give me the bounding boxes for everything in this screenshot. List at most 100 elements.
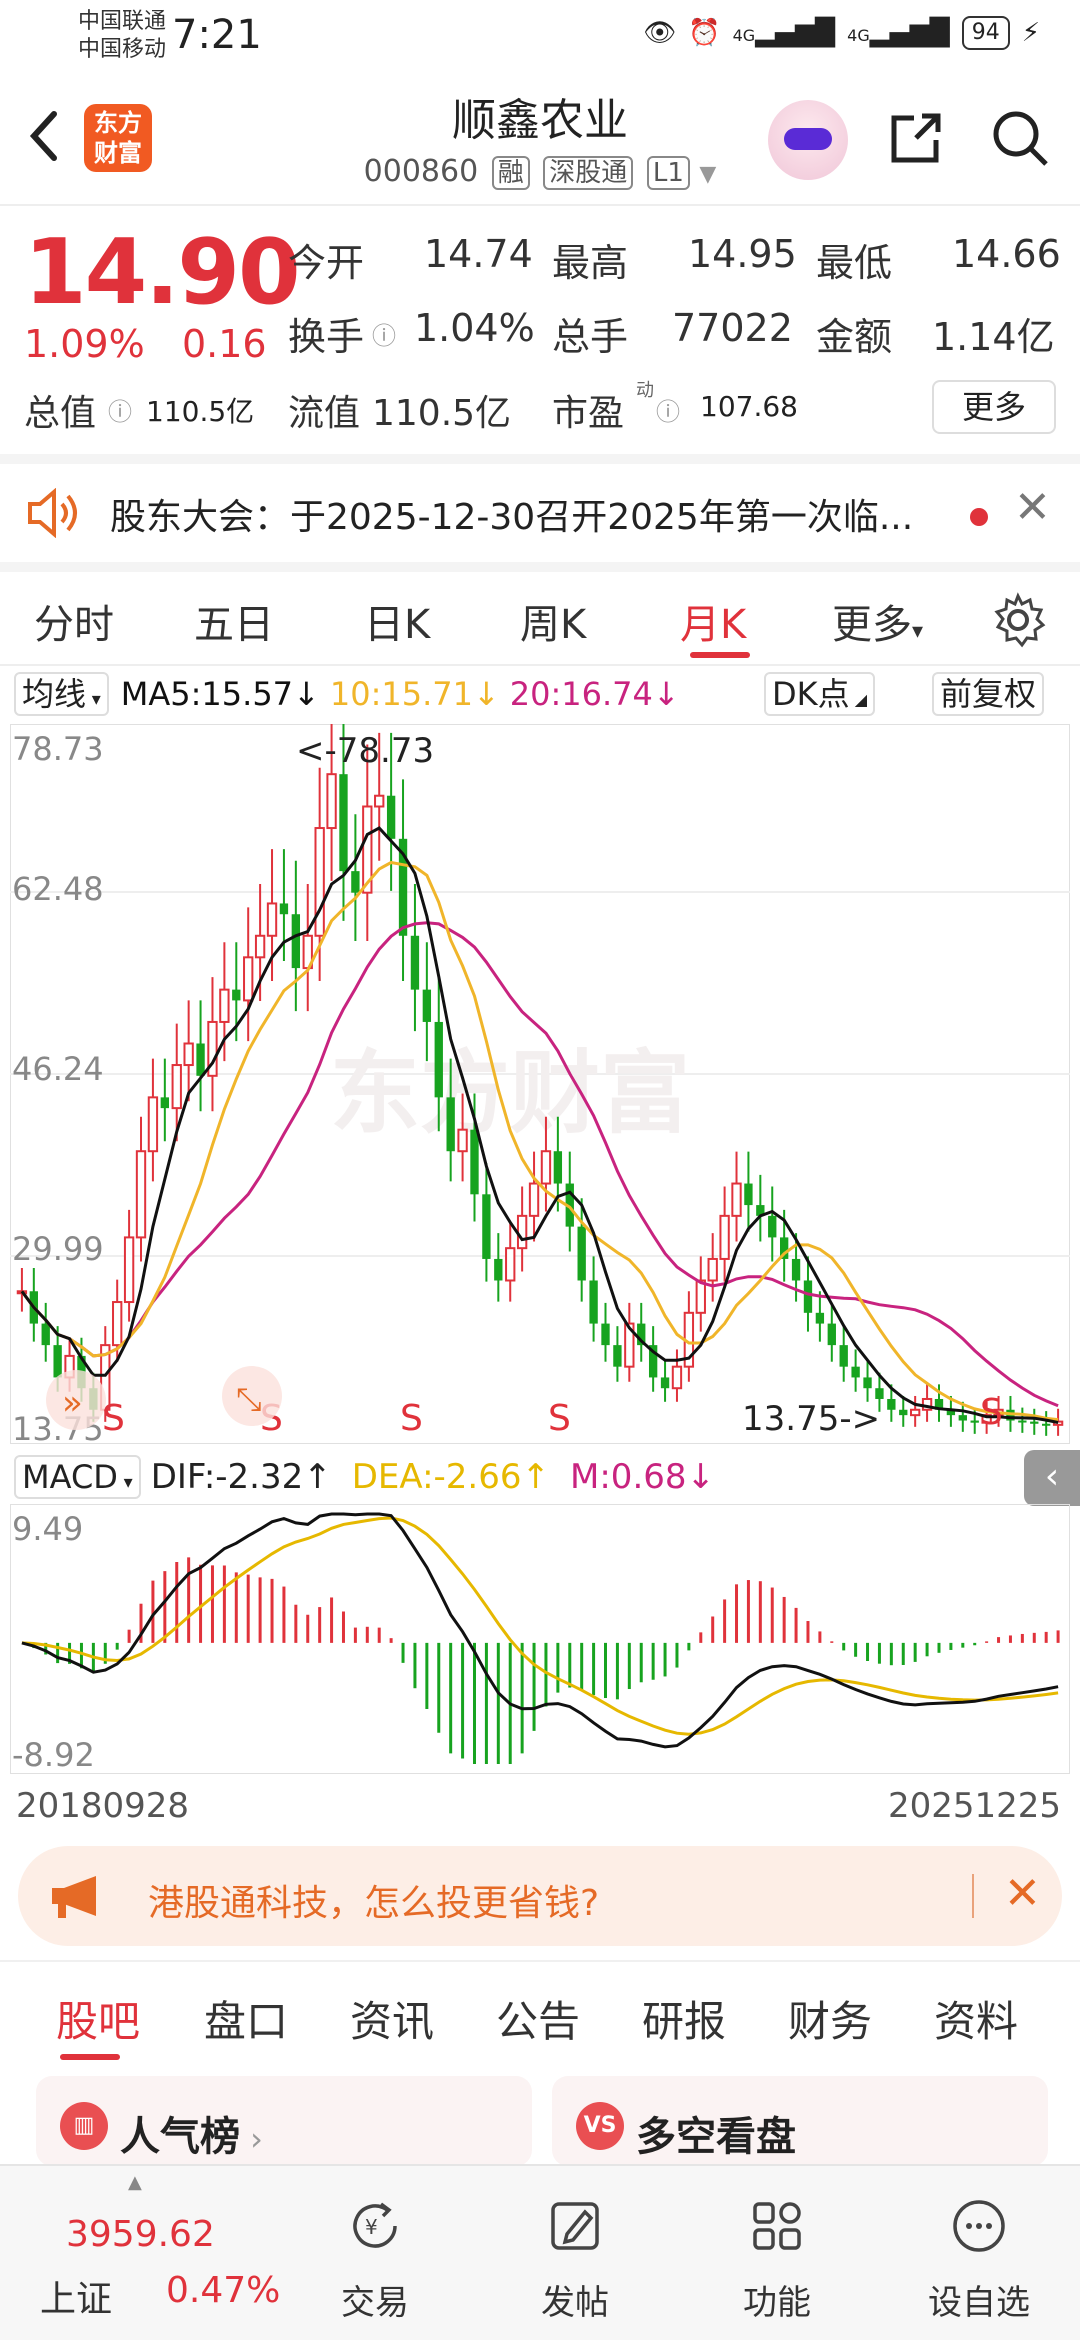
y-label-2: 62.48 <box>12 870 104 908</box>
tab-forum[interactable]: 股吧 <box>56 1988 140 2049</box>
macd-chart[interactable]: 9.49 -8.92 <box>10 1504 1070 1774</box>
mktcap-info-icon[interactable]: ⓘ <box>108 392 132 427</box>
candle-body <box>434 1021 443 1098</box>
tab-monthly-k[interactable]: 月K <box>680 592 746 650</box>
tab-research[interactable]: 研报 <box>642 1988 726 2049</box>
tab-news[interactable]: 资讯 <box>350 1988 434 2049</box>
candle-body <box>887 1398 896 1410</box>
candle-body <box>553 1151 563 1184</box>
tab-profile[interactable]: 资料 <box>934 1988 1018 2049</box>
tab-orderbook[interactable]: 盘口 <box>204 1988 288 2049</box>
tab-more[interactable]: 更多▾ <box>832 592 923 650</box>
more-quote-button[interactable]: 更多 <box>932 380 1056 434</box>
m-value: M:0.68↓ <box>570 1457 716 1497</box>
notice-bar[interactable]: 股东大会：于2025-12-30召开2025年第一次临... ✕ <box>0 462 1080 564</box>
low-label: 最低 <box>816 241 893 285</box>
amount-value: 1.14亿 <box>932 315 1055 359</box>
candle-body <box>719 1214 730 1260</box>
stock-code: 000860 <box>363 154 479 189</box>
candle-body <box>875 1388 884 1399</box>
collapse-panel-button[interactable]: ‹ <box>1024 1450 1080 1506</box>
ma5-value: MA5:15.57↓ <box>120 675 320 713</box>
connect-tag: 深股通 <box>543 156 634 190</box>
pe-info-icon[interactable]: ⓘ <box>656 392 680 427</box>
kline-chart[interactable]: 东方财富 78.73 62.48 46.24 29.99 13.75 <-78.… <box>10 724 1070 1444</box>
dk-point-button[interactable]: DK点 ◢ <box>764 672 876 716</box>
banner-separator <box>972 1874 974 1918</box>
status-icons: 👁 ⏰ 4G▂▄▆█ 4G▂▄▆█ 94 ⚡ <box>643 16 1040 50</box>
nav-watchlist[interactable]: 设自选 <box>914 2196 1044 2324</box>
tab-announcements[interactable]: 公告 <box>496 1988 580 2049</box>
index-change[interactable]: 0.47% <box>166 2270 280 2311</box>
candle-body <box>279 903 289 915</box>
chevron-left-icon <box>29 111 57 161</box>
candle-body <box>528 1182 540 1217</box>
candle-body <box>1018 1420 1027 1423</box>
level-tag: L1 <box>646 156 690 190</box>
tab-financials[interactable]: 财务 <box>788 1988 872 2049</box>
versus-icon: VS <box>576 2102 624 2150</box>
banner-text: 港股通科技，怎么投更省钱? <box>148 1883 600 1924</box>
tab-intraday[interactable]: 分时 <box>34 592 114 650</box>
y-label-4: 29.99 <box>12 1230 104 1268</box>
candle-body <box>266 902 278 937</box>
candle-body <box>457 1128 468 1153</box>
tab-daily-k[interactable]: 日K <box>364 592 430 650</box>
candle-body <box>254 934 266 959</box>
adjust-mode-button[interactable]: 前复权 <box>932 672 1045 716</box>
bull-bear-card[interactable]: VS 多空看盘 <box>552 2076 1048 2166</box>
tab-weekly-k[interactable]: 周K <box>520 592 586 650</box>
macd-histogram <box>32 1557 1060 1764</box>
settings-gear-icon[interactable] <box>990 592 1046 648</box>
last-price: 14.90 <box>24 220 301 325</box>
open-label: 今开 <box>288 241 365 285</box>
notice-close-icon[interactable]: ✕ <box>1014 482 1051 533</box>
mktcap-label: 总值 <box>24 393 97 434</box>
candle-body <box>374 794 385 808</box>
info-icon[interactable]: ⓘ <box>372 316 396 351</box>
candle-body <box>1042 1423 1051 1426</box>
float-label: 流值 <box>288 393 361 434</box>
ma10-value: 10:15.71↓ <box>329 675 500 713</box>
nav-trade[interactable]: ¥ 交易 <box>310 2196 440 2324</box>
share-button[interactable] <box>886 108 946 168</box>
candle-body <box>171 1064 182 1110</box>
macd-legend-row: MACD ▾ DIF:-2.32↑ DEA:-2.66↑ M:0.68↓ <box>14 1452 1074 1502</box>
app-logo[interactable]: 东方 财富 <box>84 104 152 172</box>
candle-body <box>958 1415 967 1421</box>
low-value: 14.66 <box>952 232 1061 276</box>
section-gap <box>0 562 1080 572</box>
banner-close-icon[interactable]: ✕ <box>1004 1868 1041 1919</box>
nav-post[interactable]: 发帖 <box>510 2196 640 2324</box>
assistant-avatar-icon[interactable] <box>768 100 848 180</box>
candle-body <box>839 1345 848 1367</box>
margin-tag: 融 <box>491 156 530 190</box>
candle-body <box>53 1345 62 1378</box>
ma-selector[interactable]: 均线 ▾ <box>14 672 109 716</box>
search-button[interactable] <box>988 106 1052 170</box>
dea-line <box>21 1516 1059 1736</box>
candle-body <box>791 1258 801 1281</box>
popularity-card[interactable]: ▥ 人气榜 › <box>36 2076 532 2166</box>
candle-body <box>147 1096 159 1153</box>
section-divider <box>0 1960 1080 1962</box>
candle-body <box>601 1323 610 1346</box>
ma20-line <box>20 921 1059 1408</box>
back-button[interactable] <box>24 106 74 176</box>
indicator-selector[interactable]: MACD ▾ <box>14 1455 141 1499</box>
svg-text:¥: ¥ <box>365 2215 378 2239</box>
promo-banner[interactable]: 港股通科技，怎么投更省钱? ✕ <box>18 1846 1062 1946</box>
tab-five-day[interactable]: 五日 <box>194 592 274 650</box>
candle-body <box>351 871 360 893</box>
megaphone-icon <box>52 1876 96 1918</box>
bottom-nav: ▲ 3959.62 上证 0.47% ¥ 交易 发帖 功能 设自选 <box>0 2164 1080 2340</box>
candle-body <box>613 1345 622 1367</box>
index-name[interactable]: 上证 <box>40 2270 112 2322</box>
nav-features[interactable]: 功能 <box>712 2196 842 2324</box>
double-chevron-right-icon: » <box>62 1383 83 1423</box>
mktcap-value: 110.5亿 <box>146 395 255 428</box>
index-value[interactable]: 3959.62 <box>66 2214 215 2255</box>
period-tabs: 分时 五日 日K 周K 月K 更多▾ <box>0 576 1080 668</box>
candle-body <box>768 1215 777 1238</box>
volume-label: 总手 <box>552 315 629 359</box>
